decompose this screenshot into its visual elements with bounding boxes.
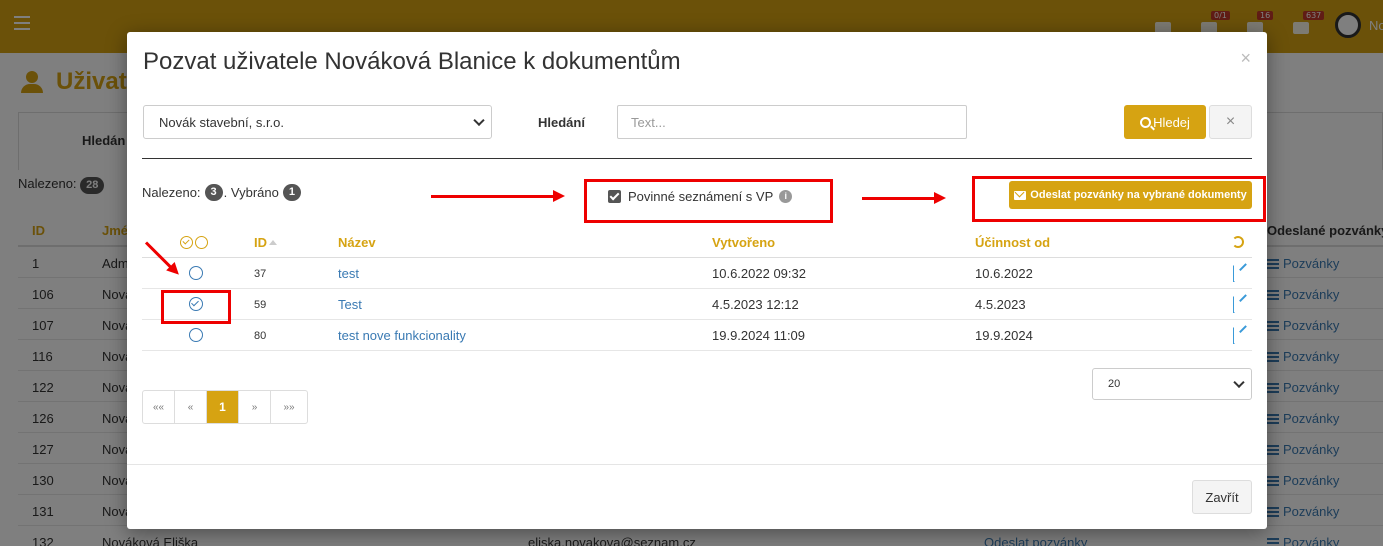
- search-label: Hledání: [538, 115, 585, 130]
- found-summary: Nalezeno: 3 . Vybráno 1: [142, 184, 302, 201]
- document-link[interactable]: Test: [338, 297, 362, 312]
- search-icon: [1140, 116, 1152, 128]
- company-select[interactable]: Novák stavební, s.r.o.: [143, 105, 492, 139]
- invite-dialog: Pozvat uživatele Nováková Blanice k doku…: [127, 32, 1267, 529]
- page-current[interactable]: 1: [207, 391, 239, 423]
- divider: [142, 158, 1252, 159]
- row-select-radio[interactable]: [189, 328, 203, 342]
- empty-circle-icon[interactable]: [195, 236, 208, 249]
- document-link[interactable]: test: [338, 266, 359, 281]
- documents-table-header: ID Název Vytvořeno Účinnost od: [142, 228, 1252, 258]
- envelope-icon: [1014, 190, 1027, 200]
- selected-count-badge: 1: [282, 184, 301, 201]
- column-effective[interactable]: Účinnost od: [975, 235, 1050, 250]
- chevron-down-icon: [473, 114, 485, 127]
- check-circle-icon[interactable]: [180, 236, 193, 249]
- search-button[interactable]: Hledej: [1124, 105, 1206, 139]
- clear-button[interactable]: ×: [1209, 105, 1252, 139]
- close-button[interactable]: Zavřít: [1192, 480, 1252, 514]
- page-size-select[interactable]: 20: [1092, 368, 1252, 400]
- close-icon[interactable]: ×: [1240, 48, 1251, 69]
- dialog-title: Pozvat uživatele Nováková Blanice k doku…: [143, 48, 681, 75]
- table-row[interactable]: 80 test nove funkcionality 19.9.2024 11:…: [142, 320, 1252, 351]
- row-select-radio[interactable]: [189, 266, 203, 280]
- page-prev[interactable]: «: [175, 391, 207, 423]
- external-link-icon[interactable]: [1233, 296, 1235, 313]
- external-link-icon[interactable]: [1233, 265, 1235, 282]
- pagination: «« « 1 » »»: [142, 390, 308, 424]
- annotation-box-selected-row: [161, 290, 231, 324]
- mandatory-checkbox[interactable]: Povinné seznámení s VP i: [608, 189, 793, 204]
- page-last[interactable]: »»: [271, 391, 307, 423]
- documents-table: ID Název Vytvořeno Účinnost od 37 test 1…: [142, 228, 1252, 351]
- send-invitations-button[interactable]: Odeslat pozvánky na vybrané dokumenty: [1009, 181, 1252, 209]
- annotation-arrow: [431, 190, 565, 202]
- select-all-toggle[interactable]: [180, 236, 208, 249]
- annotation-arrow: [862, 192, 946, 204]
- search-input[interactable]: [617, 105, 967, 139]
- sort-up-icon: [269, 240, 277, 245]
- table-row[interactable]: 59 Test 4.5.2023 12:12 4.5.2023: [142, 289, 1252, 320]
- info-icon[interactable]: i: [779, 190, 793, 203]
- document-link[interactable]: test nove funkcionality: [338, 328, 466, 343]
- column-created[interactable]: Vytvořeno: [712, 235, 775, 250]
- found-count-badge: 3: [204, 184, 223, 201]
- footer-divider: [127, 464, 1267, 465]
- page-first[interactable]: ««: [143, 391, 175, 423]
- checkbox-checked-icon[interactable]: [608, 190, 621, 203]
- column-id[interactable]: ID: [254, 235, 277, 250]
- refresh-icon[interactable]: [1232, 236, 1244, 248]
- column-name[interactable]: Název: [338, 235, 376, 250]
- external-link-icon[interactable]: [1233, 327, 1235, 344]
- chevron-down-icon: [1233, 376, 1245, 389]
- page-next[interactable]: »: [239, 391, 271, 423]
- table-row[interactable]: 37 test 10.6.2022 09:32 10.6.2022: [142, 258, 1252, 289]
